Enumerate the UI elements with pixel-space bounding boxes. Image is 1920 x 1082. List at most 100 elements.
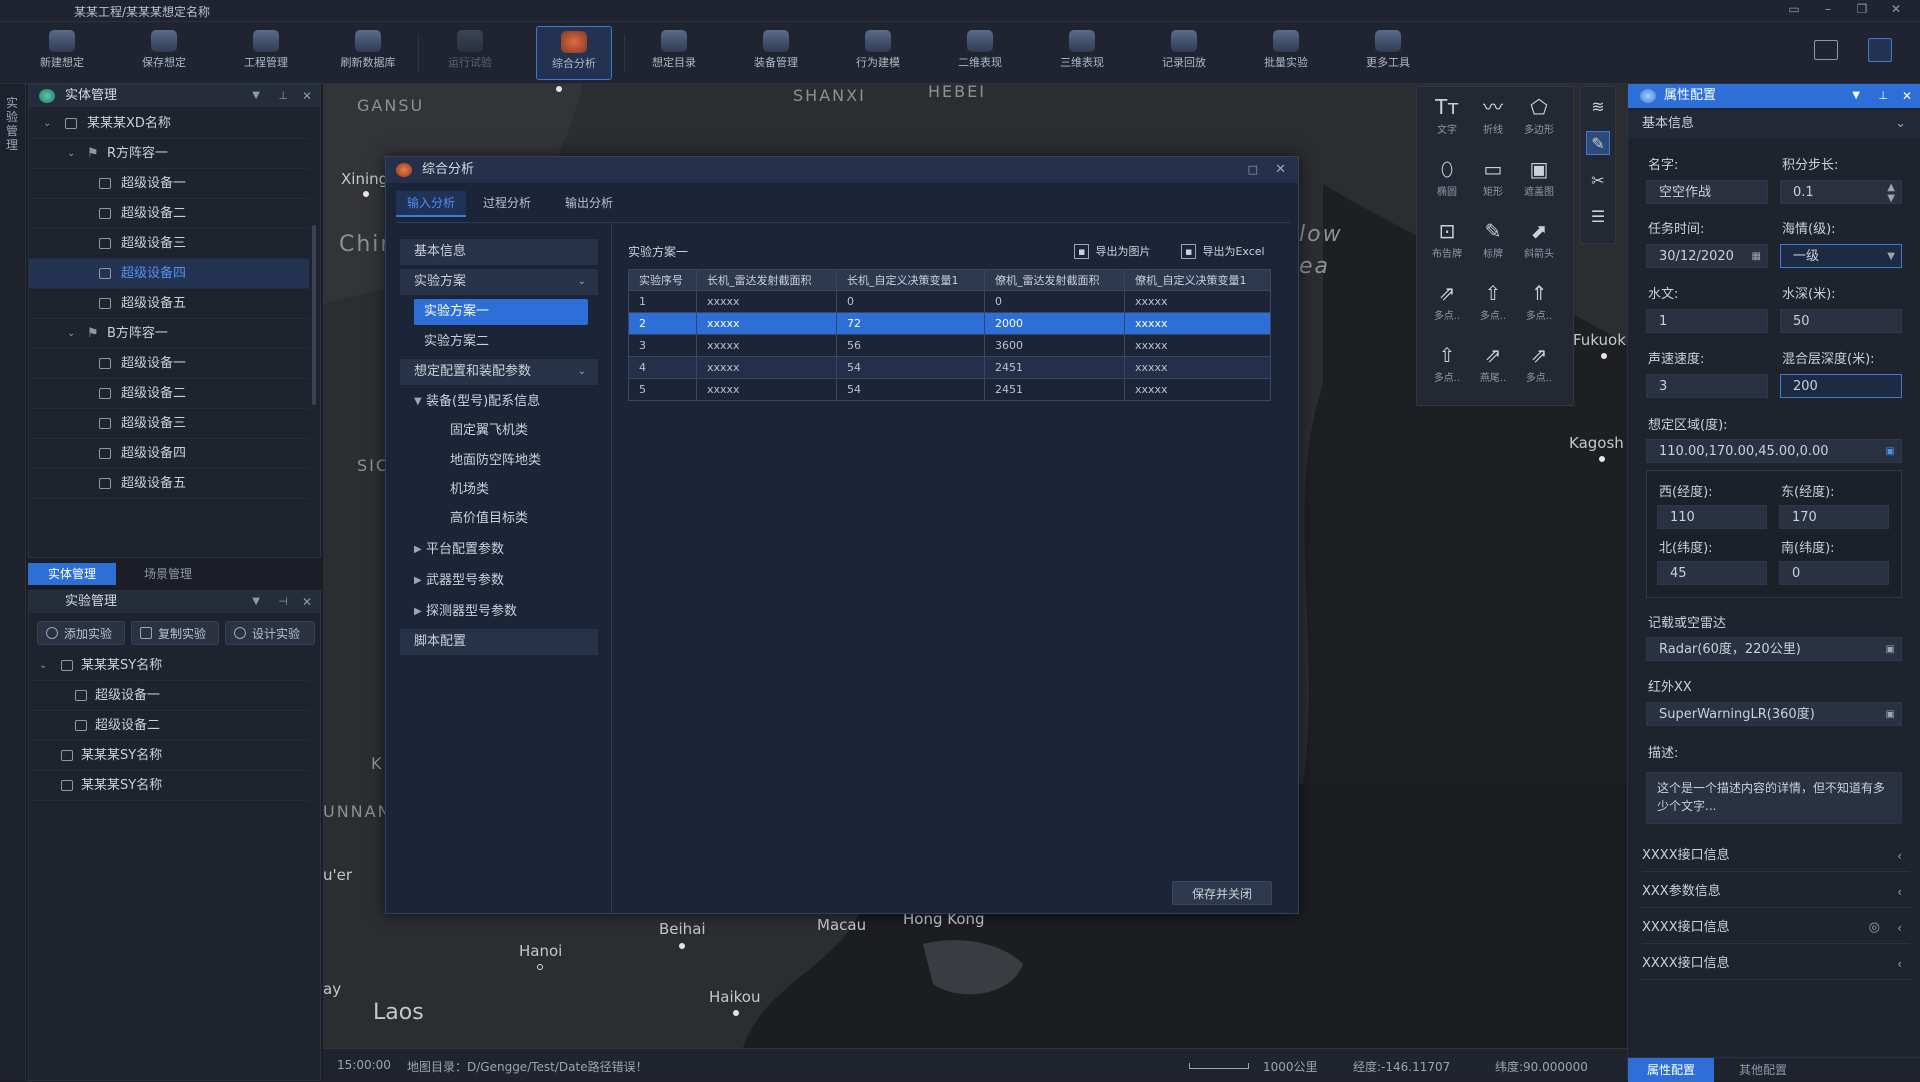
section-interface-info[interactable]: XXXX接口信息 ◎ ‹ <box>1642 912 1910 944</box>
nav-equipment-item[interactable]: 地面防空阵地类 <box>400 448 598 474</box>
design-experiment-button[interactable]: 设计实验 <box>225 621 315 645</box>
tree-item-selected[interactable]: 超级设备四 <box>29 259 309 289</box>
scenario-catalog-button[interactable]: 想定目录 <box>628 26 720 80</box>
depth-field[interactable]: 50 <box>1780 309 1902 333</box>
desc-field[interactable]: 这个是一个描述内容的详情，但不知道有多少个文字... <box>1646 772 1902 824</box>
draw-tool-button[interactable]: ⬯ 椭圆 <box>1425 155 1469 209</box>
south-field[interactable]: 0 <box>1779 561 1889 585</box>
mix-field[interactable]: 200 <box>1780 374 1902 398</box>
tree-item[interactable]: 超级设备二 <box>29 379 309 409</box>
target-icon[interactable]: ◎ <box>1869 912 1880 944</box>
experiment-item[interactable]: 某某某SY名称 <box>29 741 309 771</box>
time-field[interactable]: 30/12/2020 ▦ <box>1646 244 1768 268</box>
save-and-close-button[interactable]: 保存并关闭 <box>1172 881 1272 905</box>
draw-tool-button[interactable]: ⬠ 多边形 <box>1517 93 1561 147</box>
tab-process-analysis[interactable]: 过程分析 <box>472 191 542 217</box>
tree-item[interactable]: 超级设备一 <box>29 169 309 199</box>
tab-output-analysis[interactable]: 输出分析 <box>554 191 624 217</box>
column-header[interactable]: 长机_雷达发射截面积 <box>696 269 837 291</box>
draw-tool-button[interactable]: ▣ 遮盖图 <box>1517 155 1561 209</box>
nav-collapsed-group[interactable]: ▶ 探测器型号参数 <box>400 599 598 625</box>
section-interface-info[interactable]: XXXX接口信息 ‹ <box>1642 840 1910 872</box>
chevron-down-icon[interactable]: ⌄ <box>67 319 75 349</box>
close-icon[interactable]: ✕ <box>1886 2 1906 16</box>
draw-tool-button[interactable]: ⇗ 多点.. <box>1425 279 1469 333</box>
tree-group[interactable]: ⌄ ⚑ B方阵容一 <box>29 319 309 349</box>
tree-root[interactable]: ⌄ 某某某XD名称 <box>29 109 309 139</box>
tree-item[interactable]: 超级设备四 <box>29 439 309 469</box>
experiment-item[interactable]: 某某某SY名称 <box>29 771 309 801</box>
tab-scene-management[interactable]: 场景管理 <box>124 563 212 585</box>
draw-tool-button[interactable]: ⊡ 布告牌 <box>1425 217 1469 271</box>
step-stepper[interactable]: 0.1 ▲ ▼ <box>1780 180 1902 204</box>
pin-icon[interactable]: ⊣ <box>278 591 288 613</box>
3d-view-button[interactable]: 三维表现 <box>1036 26 1128 80</box>
edit-icon[interactable]: ▣ <box>1886 703 1895 727</box>
north-field[interactable]: 45 <box>1657 561 1767 585</box>
2d-view-button[interactable]: 二维表现 <box>934 26 1026 80</box>
maximize-icon[interactable]: ❐ <box>1852 2 1872 16</box>
window-menu-icon[interactable]: ▭ <box>1784 2 1804 16</box>
nav-equipment-item[interactable]: 机场类 <box>400 477 598 503</box>
pin-icon[interactable]: ⊥ <box>278 85 288 107</box>
table-row[interactable]: 3 xxxxx 56 3600 xxxxx <box>628 334 1271 357</box>
experiment-child[interactable]: 超级设备二 <box>29 711 309 741</box>
close-icon[interactable]: ✕ <box>1902 84 1912 108</box>
dropdown-icon[interactable]: ▼ <box>252 85 260 107</box>
table-row[interactable]: 4 xxxxx 54 2451 xxxxx <box>628 356 1271 379</box>
draw-tool-button[interactable]: ✎ 标牌 <box>1471 217 1515 271</box>
east-field[interactable]: 170 <box>1779 505 1889 529</box>
close-icon[interactable]: ✕ <box>302 591 312 613</box>
sound-field[interactable]: 3 <box>1646 374 1768 398</box>
nav-config-group[interactable]: 想定配置和装配参数 ⌄ <box>400 359 598 385</box>
edit-icon[interactable]: ▣ <box>1886 638 1895 662</box>
experiment-item[interactable]: ⌄ 某某某SY名称 <box>29 651 309 681</box>
draw-tool-button[interactable]: ▭ 矩形 <box>1471 155 1515 209</box>
tab-input-analysis[interactable]: 输入分析 <box>396 191 466 217</box>
nav-collapsed-group[interactable]: ▶ 平台配置参数 <box>400 537 598 563</box>
draw-tool-button[interactable]: ⇗ 多点.. <box>1517 341 1561 395</box>
layers-icon[interactable]: ≋ <box>1586 95 1610 119</box>
column-header[interactable]: 实验序号 <box>628 269 697 291</box>
batch-experiment-button[interactable]: 批量实验 <box>1240 26 1332 80</box>
refresh-database-button[interactable]: 刷新数据库 <box>322 26 414 80</box>
nav-script-config[interactable]: 脚本配置 <box>400 629 598 655</box>
pin-icon[interactable]: ⊥ <box>1878 84 1888 108</box>
hydro-field[interactable]: 1 <box>1646 309 1768 333</box>
nav-equipment-group[interactable]: ▼ 装备(型号)配系信息 <box>400 389 598 415</box>
table-row[interactable]: 2 xxxxx 72 2000 xxxxx <box>628 312 1271 335</box>
column-header[interactable]: 长机_自定义决策变量1 <box>836 269 985 291</box>
panel-toggle-icon[interactable] <box>1868 38 1892 62</box>
comprehensive-analysis-button[interactable]: 综合分析 <box>536 26 612 80</box>
draw-tool-button[interactable]: 〰折线 <box>1471 93 1515 147</box>
tree-group[interactable]: ⌄ ⚑ R方阵容一 <box>29 139 309 169</box>
tab-entity-management[interactable]: 实体管理 <box>28 563 116 585</box>
region-field[interactable]: 110.00,170.00,45.00,0.00 ▣ <box>1646 439 1902 463</box>
draw-tool-button[interactable]: Tт 文字 <box>1425 93 1469 147</box>
draw-tool-button[interactable]: ⇧ 多点.. <box>1425 341 1469 395</box>
copy-experiment-button[interactable]: 复制实验 <box>131 621 219 645</box>
draw-tool-button[interactable]: ⇑ 多点.. <box>1517 279 1561 333</box>
table-row[interactable]: 5 xxxxx 54 2451 xxxxx <box>628 378 1271 401</box>
record-replay-button[interactable]: 记录回放 <box>1138 26 1230 80</box>
tree-item[interactable]: 超级设备三 <box>29 409 309 439</box>
measure-icon[interactable]: ✂ <box>1586 169 1610 193</box>
calendar-icon[interactable]: ▦ <box>1752 245 1761 269</box>
save-scenario-button[interactable]: 保存想定 <box>118 26 210 80</box>
project-management-button[interactable]: 工程管理 <box>220 26 312 80</box>
west-field[interactable]: 110 <box>1657 505 1767 529</box>
ir-field[interactable]: SuperWarningLR(360度) ▣ <box>1646 702 1902 726</box>
minimize-icon[interactable]: – <box>1818 2 1838 16</box>
tree-item[interactable]: 超级设备一 <box>29 349 309 379</box>
column-header[interactable]: 僚机_雷达发射截面积 <box>984 269 1125 291</box>
table-row[interactable]: 1 xxxxx 0 0 xxxxx <box>628 290 1271 313</box>
chevron-down-icon[interactable]: ⌄ <box>67 139 75 169</box>
behavior-modeling-button[interactable]: 行为建模 <box>832 26 924 80</box>
section-param-info[interactable]: XXX参数信息 ‹ <box>1642 876 1910 908</box>
tree-item[interactable]: 超级设备五 <box>29 289 309 319</box>
stepper-arrows-icon[interactable]: ▲ ▼ <box>1887 182 1895 204</box>
close-icon[interactable]: ✕ <box>302 85 312 107</box>
draw-tool-button[interactable]: ⬈ 斜箭头 <box>1517 217 1561 271</box>
draw-tool-button[interactable]: ⇗ 燕尾.. <box>1471 341 1515 395</box>
tab-other-config[interactable]: 其他配置 <box>1720 1058 1806 1082</box>
